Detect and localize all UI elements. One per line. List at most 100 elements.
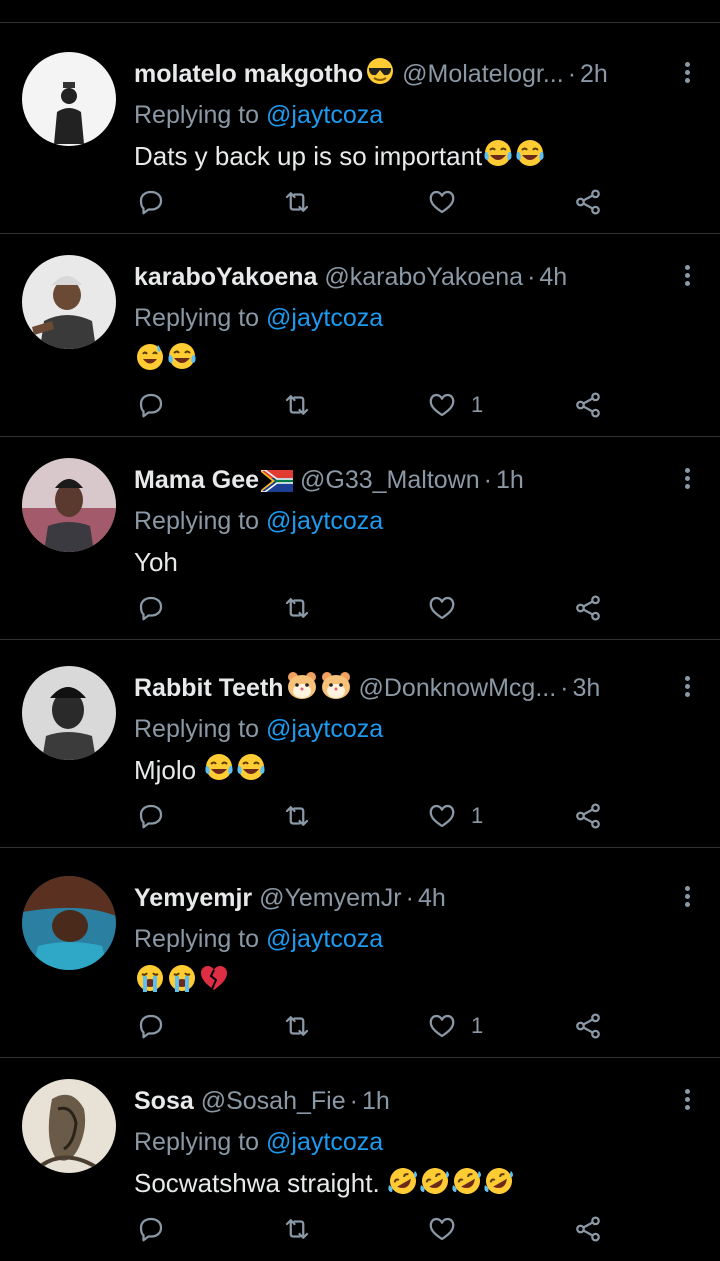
author-handle[interactable]: @G33_Maltown — [300, 466, 480, 494]
author-name[interactable]: Mama Gee — [134, 466, 259, 494]
tweet-header: karaboYakoena @karaboYakoena · 4h — [134, 259, 664, 295]
mention-link[interactable]: @jaytcoza — [266, 925, 383, 953]
tweet-time[interactable]: 4h — [539, 263, 567, 291]
like-button[interactable]: 1 — [427, 385, 483, 425]
retweet-icon — [285, 192, 309, 212]
share-icon — [576, 595, 600, 621]
retweet-button[interactable] — [282, 385, 312, 425]
retweet-button[interactable] — [282, 796, 312, 836]
avatar[interactable] — [22, 666, 116, 760]
reply-button[interactable] — [136, 182, 166, 222]
mention-link[interactable]: @jaytcoza — [266, 715, 383, 743]
like-icon — [429, 190, 455, 214]
tweet-time[interactable]: 4h — [418, 884, 446, 912]
tweet-item[interactable]: molatelo makgotho @Molatelogr... · 2h Repl… — [0, 32, 720, 234]
more-icon[interactable] — [682, 676, 692, 702]
like-button[interactable]: 1 — [427, 796, 483, 836]
reply-button[interactable] — [136, 796, 166, 836]
replying-line: Replying to @jaytcoza — [134, 922, 383, 956]
author-handle[interactable]: @YemyemJr — [259, 884, 402, 912]
more-icon[interactable] — [682, 886, 692, 912]
retweet-button[interactable] — [282, 182, 312, 222]
tweet-item[interactable]: karaboYakoena @karaboYakoena · 4h Replying… — [0, 235, 720, 437]
avatar[interactable] — [22, 255, 116, 349]
mention-link[interactable]: @jaytcoza — [266, 101, 383, 129]
more-icon[interactable] — [682, 265, 692, 291]
author-name[interactable]: Yemyemjr — [134, 884, 252, 912]
share-icon — [576, 1013, 600, 1039]
tweet-header: Mama Gee @G33_Maltown · 1h — [134, 462, 664, 498]
like-button[interactable]: 1 — [427, 1006, 483, 1046]
tweet-item[interactable]: Rabbit Teeth @DonknowMcg... · 3h Replying … — [0, 646, 720, 848]
tweet-time[interactable]: 2h — [580, 60, 608, 88]
author-name[interactable]: molatelo makgotho — [134, 60, 363, 88]
rofl-icon — [419, 1165, 451, 1206]
avatar[interactable] — [22, 1079, 116, 1173]
replying-prefix: Replying to — [134, 507, 260, 535]
tweet-item[interactable]: Sosa @Sosah_Fie · 1h Replying to @jaytcoza… — [0, 1059, 720, 1261]
separator-dot: · — [483, 466, 492, 494]
author-name[interactable]: karaboYakoena — [134, 263, 317, 291]
author-handle[interactable]: @Sosah_Fie — [201, 1087, 346, 1115]
replying-line: Replying to @jaytcoza — [134, 504, 383, 538]
mention-link[interactable]: @jaytcoza — [266, 507, 383, 535]
author-name[interactable]: Sosa — [134, 1087, 194, 1115]
mention-link[interactable]: @jaytcoza — [266, 304, 383, 332]
reply-button[interactable] — [136, 385, 166, 425]
mention-link[interactable]: @jaytcoza — [266, 1128, 383, 1156]
replying-line: Replying to @jaytcoza — [134, 301, 383, 335]
like-button[interactable] — [427, 1209, 471, 1249]
tweet-item[interactable]: Yemyemjr @YemyemJr · 4h Replying to @jaytc… — [0, 856, 720, 1058]
tweet-header: Yemyemjr @YemyemJr · 4h — [134, 880, 664, 916]
like-button[interactable] — [427, 588, 471, 628]
retweet-icon — [285, 806, 309, 826]
tweet-time[interactable]: 1h — [496, 466, 524, 494]
tweet-text: Mjolo — [134, 752, 267, 793]
reply-icon — [139, 804, 163, 829]
share-icon — [576, 803, 600, 829]
share-button[interactable] — [573, 182, 603, 222]
tweet-item[interactable]: Mama Gee @G33_Maltown · 1h Replying to @ja… — [0, 438, 720, 640]
broken-heart-icon — [198, 962, 230, 1003]
avatar[interactable] — [22, 876, 116, 970]
like-button[interactable] — [427, 182, 471, 222]
tweet-header: Sosa @Sosah_Fie · 1h — [134, 1083, 664, 1119]
share-button[interactable] — [573, 588, 603, 628]
like-icon — [429, 1014, 455, 1038]
tweet-actions — [0, 588, 720, 628]
tweet-text: Socwatshwa straight. — [134, 1165, 515, 1206]
reply-icon — [139, 1217, 163, 1242]
tweet-actions: 1 — [0, 796, 720, 836]
tweet-text — [134, 962, 230, 1003]
replying-prefix: Replying to — [134, 304, 260, 332]
retweet-button[interactable] — [282, 1006, 312, 1046]
share-button[interactable] — [573, 385, 603, 425]
reply-button[interactable] — [136, 1006, 166, 1046]
retweet-icon — [285, 1219, 309, 1239]
author-handle[interactable]: @karaboYakoena — [324, 263, 523, 291]
more-icon[interactable] — [682, 62, 692, 88]
replying-prefix: Replying to — [134, 101, 260, 129]
avatar[interactable] — [22, 52, 116, 146]
share-button[interactable] — [573, 796, 603, 836]
hamster-face-icon — [286, 670, 318, 706]
rofl-icon — [483, 1165, 515, 1206]
like-count: 1 — [471, 392, 484, 417]
reply-button[interactable] — [136, 588, 166, 628]
author-handle[interactable]: @DonknowMcg... — [359, 674, 557, 702]
more-icon[interactable] — [682, 468, 692, 494]
retweet-button[interactable] — [282, 1209, 312, 1249]
author-handle[interactable]: @Molatelogr... — [402, 60, 564, 88]
reply-button[interactable] — [136, 1209, 166, 1249]
flag-south-africa-icon — [261, 466, 294, 498]
retweet-button[interactable] — [282, 588, 312, 628]
avatar[interactable] — [22, 458, 116, 552]
tweet-time[interactable]: 1h — [362, 1087, 390, 1115]
author-name[interactable]: Rabbit Teeth — [134, 674, 284, 702]
tweet-time[interactable]: 3h — [573, 674, 601, 702]
like-icon — [429, 1217, 455, 1241]
share-button[interactable] — [573, 1209, 603, 1249]
retweet-icon — [285, 395, 309, 415]
share-button[interactable] — [573, 1006, 603, 1046]
more-icon[interactable] — [682, 1089, 692, 1115]
